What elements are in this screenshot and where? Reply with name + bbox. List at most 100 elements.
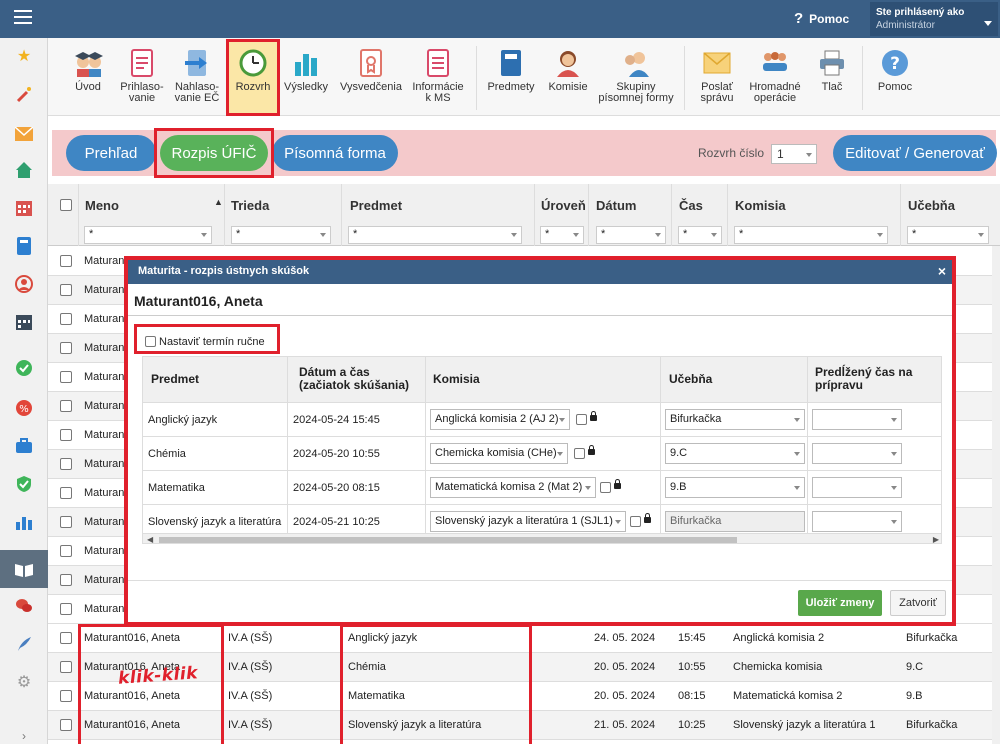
filter-meno[interactable]: * bbox=[84, 226, 212, 244]
envelope-icon[interactable] bbox=[14, 124, 34, 144]
save-button[interactable]: Uložiť zmeny bbox=[798, 590, 882, 616]
manual-term-toggle[interactable]: Nastaviť termín ručne bbox=[134, 324, 280, 354]
commission-lock-checkbox[interactable] bbox=[630, 516, 641, 527]
commission-lock-checkbox[interactable] bbox=[574, 448, 585, 459]
edit-generate-button[interactable]: Editovať / Generovať bbox=[833, 135, 997, 171]
tab-prehlad[interactable]: Prehľad bbox=[66, 135, 156, 171]
commission-select[interactable]: Slovenský jazyk a literatúra 1 (SJL1) bbox=[430, 511, 626, 532]
column-header-meno[interactable]: Meno bbox=[85, 198, 119, 213]
chevron-right-icon[interactable]: › bbox=[14, 726, 34, 746]
select-all-checkbox[interactable] bbox=[60, 199, 72, 211]
filter-predmet[interactable]: * bbox=[348, 226, 522, 244]
row-checkbox[interactable] bbox=[60, 690, 72, 702]
toolbar-tlac[interactable]: Tlač bbox=[812, 42, 852, 112]
gear-icon[interactable]: ⚙ bbox=[14, 672, 34, 692]
row-checkbox[interactable] bbox=[60, 429, 72, 441]
prep-time-select[interactable] bbox=[812, 443, 902, 464]
star-icon[interactable]: ★ bbox=[14, 46, 34, 66]
commission-select[interactable]: Chemicka komisia (CHe) bbox=[430, 443, 568, 464]
column-header-predmet[interactable]: Predmet bbox=[350, 198, 402, 213]
scroll-left-icon[interactable]: ◀ bbox=[147, 535, 153, 543]
prep-time-select[interactable] bbox=[812, 409, 902, 430]
book-icon[interactable] bbox=[14, 236, 34, 256]
bar-chart-icon[interactable] bbox=[14, 512, 34, 532]
user-icon[interactable] bbox=[14, 274, 34, 294]
toolbar-informacie[interactable]: Informácie k MS bbox=[410, 42, 466, 112]
commission-lock-checkbox[interactable] bbox=[576, 414, 587, 425]
row-checkbox[interactable] bbox=[60, 313, 72, 325]
toolbar-poslat-spravu[interactable]: Poslať správu bbox=[692, 42, 742, 112]
clipboard-calendar-icon[interactable] bbox=[14, 312, 34, 332]
toolbar-uvod[interactable]: Úvod bbox=[64, 42, 112, 112]
row-checkbox[interactable] bbox=[60, 371, 72, 383]
menu-icon[interactable] bbox=[14, 10, 32, 24]
tab-pisomna-forma[interactable]: Písomná forma bbox=[272, 135, 398, 171]
toolbar-hromadne-operacie[interactable]: Hromadné operácie bbox=[746, 42, 804, 112]
filter-datum[interactable]: * bbox=[596, 226, 666, 244]
commission-lock-checkbox[interactable] bbox=[600, 482, 611, 493]
column-header-ucebna[interactable]: Učebňa bbox=[908, 198, 955, 213]
row-checkbox[interactable] bbox=[60, 632, 72, 644]
close-icon[interactable]: × bbox=[938, 263, 946, 279]
magic-wand-icon[interactable] bbox=[14, 84, 34, 104]
row-checkbox[interactable] bbox=[60, 284, 72, 296]
row-checkbox[interactable] bbox=[60, 342, 72, 354]
scroll-right-icon[interactable]: ▶ bbox=[933, 535, 939, 543]
scrollbar-thumb[interactable] bbox=[159, 537, 737, 543]
row-checkbox[interactable] bbox=[60, 400, 72, 412]
filter-trieda[interactable]: * bbox=[231, 226, 331, 244]
column-header-komisia[interactable]: Komisia bbox=[735, 198, 786, 213]
filter-uroven[interactable]: * bbox=[540, 226, 584, 244]
room-select[interactable]: 9.C bbox=[665, 443, 805, 464]
briefcase-icon[interactable] bbox=[14, 436, 34, 456]
column-header-cas[interactable]: Čas bbox=[679, 198, 703, 213]
row-checkbox[interactable] bbox=[60, 516, 72, 528]
toolbar-nahlasovanie[interactable]: Nahlaso- vanie EČ bbox=[172, 42, 222, 112]
toolbar-prihlasovanie[interactable]: Prihlaso- vanie bbox=[118, 42, 166, 112]
prep-time-select[interactable] bbox=[812, 511, 902, 532]
room-select[interactable]: 9.B bbox=[665, 477, 805, 498]
filter-komisia[interactable]: * bbox=[734, 226, 888, 244]
help-link[interactable]: ? Pomoc bbox=[794, 10, 849, 27]
cell-name: Maturan bbox=[84, 284, 125, 296]
row-checkbox[interactable] bbox=[60, 719, 72, 731]
toolbar-rozvrh[interactable]: Rozvrh bbox=[226, 39, 280, 116]
row-checkbox[interactable] bbox=[60, 661, 72, 673]
page-scrollbar[interactable] bbox=[992, 246, 1000, 744]
row-checkbox[interactable] bbox=[60, 603, 72, 615]
quill-icon[interactable] bbox=[14, 634, 34, 654]
row-checkbox[interactable] bbox=[60, 458, 72, 470]
user-dropdown[interactable]: Ste prihlásený ako Administrátor bbox=[870, 2, 998, 36]
row-checkbox[interactable] bbox=[60, 574, 72, 586]
toolbar-vysvedcenia[interactable]: Vysvedčenia bbox=[338, 42, 404, 112]
row-checkbox[interactable] bbox=[60, 255, 72, 267]
shield-icon[interactable] bbox=[14, 474, 34, 494]
schedule-number-select[interactable]: 1 bbox=[771, 144, 817, 164]
toolbar-vysledky[interactable]: Výsledky bbox=[284, 42, 328, 112]
room-select[interactable]: Bifurkačka bbox=[665, 409, 805, 430]
commission-select[interactable]: Matematická komisa 2 (Mat 2) bbox=[430, 477, 596, 498]
column-header-uroven[interactable]: Úroveň bbox=[541, 198, 586, 213]
close-button[interactable]: Zatvoriť bbox=[890, 590, 946, 616]
column-header-datum[interactable]: Dátum bbox=[596, 198, 636, 213]
toolbar-pomoc[interactable]: ? Pomoc bbox=[872, 42, 918, 112]
horizontal-scrollbar[interactable]: ◀ ▶ bbox=[143, 533, 941, 543]
calendar-icon[interactable] bbox=[14, 198, 34, 218]
filter-ucebna[interactable]: * bbox=[907, 226, 989, 244]
chat-icon[interactable] bbox=[14, 596, 34, 616]
toolbar-skupiny[interactable]: Skupiny písomnej formy bbox=[596, 42, 676, 112]
toolbar-komisie[interactable]: Komisie bbox=[542, 42, 594, 112]
row-checkbox[interactable] bbox=[60, 545, 72, 557]
prep-time-select[interactable] bbox=[812, 477, 902, 498]
home-icon[interactable] bbox=[14, 160, 34, 180]
row-checkbox[interactable] bbox=[60, 487, 72, 499]
toolbar-label: Predmety bbox=[487, 81, 535, 93]
filter-cas[interactable]: * bbox=[678, 226, 722, 244]
commission-select[interactable]: Anglická komisia 2 (AJ 2) bbox=[430, 409, 570, 430]
manual-term-checkbox[interactable] bbox=[145, 336, 156, 347]
percent-icon[interactable]: % bbox=[14, 398, 34, 418]
open-book-icon[interactable] bbox=[14, 560, 34, 580]
toolbar-predmety[interactable]: Predmety bbox=[484, 42, 538, 112]
check-circle-icon[interactable] bbox=[14, 358, 34, 378]
column-header-trieda[interactable]: Trieda bbox=[231, 198, 269, 213]
